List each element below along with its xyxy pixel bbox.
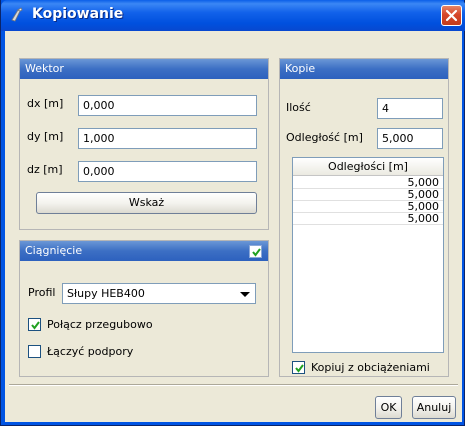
dy-label: dy [m] [27,130,64,143]
footer-divider [9,384,458,386]
distances-table[interactable]: Odległości [m] 5,000 5,000 5,000 5,000 [292,157,444,353]
count-label: Ilość [286,101,311,114]
dialog-body: Wektor dx [m] 0,000 dy [m] 1,000 dz [m] … [5,31,462,422]
distance-label: Odległość [m] [286,131,363,144]
profile-label: Profil [28,286,56,299]
checkmark-icon [31,321,40,330]
ok-button[interactable]: OK [375,396,402,419]
window-title: Kopiowanie [32,6,124,22]
table-row[interactable]: 5,000 [293,213,443,225]
dx-field[interactable]: 0,000 [78,95,257,116]
dialog-window: Kopiowanie Wektor dx [m] 0,000 dy [m] 1,… [0,0,465,426]
chevron-down-icon[interactable] [240,292,250,297]
profile-select[interactable]: Słupy HEB400 [62,283,256,304]
pick-button[interactable]: Wskaż [36,192,257,214]
ciagniecie-panel: Ciągnięcie Profil Słupy HEB400 Połącz pr… [19,240,269,377]
distances-header: Odległości [m] [293,158,443,176]
ciagniecie-header: Ciągnięcie [20,241,268,261]
with-loads-label[interactable]: Kopiuj z obciążeniami [311,361,430,374]
dy-field[interactable]: 1,000 [78,128,257,149]
checkmark-icon [252,248,261,257]
kopie-panel: Kopie Ilość 4 Odległość [m] 5,000 Odległ… [279,58,449,377]
close-icon [445,9,458,22]
cancel-button[interactable]: Anuluj [412,396,456,419]
dx-label: dx [m] [27,97,64,110]
kopie-header: Kopie [280,59,448,79]
count-field[interactable]: 4 [377,98,443,119]
copy-app-icon [9,7,25,23]
title-bar[interactable]: Kopiowanie [1,0,465,31]
supports-label[interactable]: Łączyć podpory [47,345,133,358]
with-loads-checkbox[interactable] [292,361,305,374]
close-button[interactable] [441,5,462,26]
ciagniecie-checkbox[interactable] [249,245,262,258]
ciagniecie-title: Ciągnięcie [25,244,83,257]
hinged-checkbox[interactable] [28,318,41,331]
profile-value: Słupy HEB400 [67,287,145,300]
checkmark-icon [295,364,304,373]
dz-label: dz [m] [27,163,63,176]
supports-checkbox[interactable] [28,345,41,358]
distance-field[interactable]: 5,000 [377,128,443,149]
dz-field[interactable]: 0,000 [78,161,257,182]
hinged-label[interactable]: Połącz przegubowo [47,318,153,331]
wektor-header: Wektor [20,59,268,79]
wektor-panel: Wektor dx [m] 0,000 dy [m] 1,000 dz [m] … [19,58,269,230]
